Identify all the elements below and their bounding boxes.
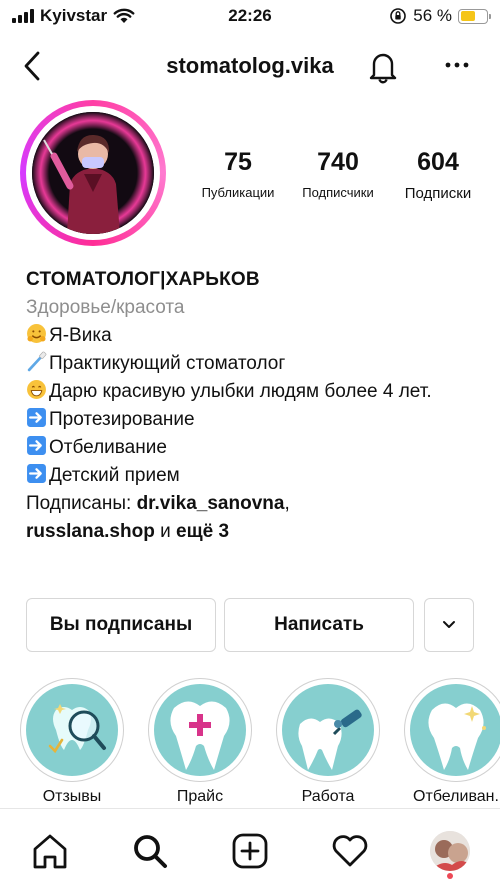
tooth-plus-icon [170,701,230,770]
profile-bio: СТОМАТОЛОГ|ХАРЬКОВ Здоровье/красота Я-Ви… [26,266,486,546]
highlight-item[interactable]: Работа [274,678,382,806]
bio-line: Практикующий стоматолог [26,350,486,378]
bio-text: Дарю красивую улыбки людям более 4 лет. [49,381,432,402]
status-bar: Kyivstar 22:26 56 % [0,0,500,34]
followed-by-user[interactable]: dr.vika_sanovna [137,493,285,514]
heart-icon[interactable] [330,831,370,871]
stat-value: 75 [224,148,252,176]
followed-by-user[interactable]: russlana.shop [26,521,155,542]
bio-text: Протезирование [49,409,195,430]
chevron-down-icon [443,621,455,628]
profile-actions: Вы подписаны Написать [26,598,474,652]
right-arrow-icon [27,464,46,483]
tooth-sparkle-icon [428,703,486,770]
toothbrush-icon [27,351,47,372]
right-arrow-icon [27,408,46,427]
hugging-face-icon [27,324,46,343]
profile-tab-avatar[interactable] [430,831,470,871]
battery-icon [458,8,491,24]
stat-value: 604 [417,148,459,176]
profile-avatar[interactable] [20,100,166,246]
orientation-lock-icon [390,8,407,24]
profile-display-name: СТОМАТОЛОГ|ХАРЬКОВ [26,269,260,290]
profile-header: stomatolog.vika [0,40,500,92]
tooth-drill-icon [298,709,362,770]
right-arrow-icon [27,436,46,455]
followed-by-separator: , [284,493,290,514]
bio-text: Я-Вика [49,325,112,346]
profile-stats: 75 Публикации 740 Подписчики 604 Подписк… [188,148,488,202]
stat-followers[interactable]: 740 Подписчики [288,148,388,202]
grinning-face-icon [27,380,46,399]
bell-icon[interactable] [366,48,400,84]
story-highlights: Отзывы Прайс Работа Отбеливан. [18,678,500,810]
battery-percent: 56 % [413,6,452,25]
bio-text: Практикующий стоматолог [49,353,286,374]
stat-posts[interactable]: 75 Публикации [188,148,288,202]
bio-line: Дарю красивую улыбки людям более 4 лет. [26,378,486,406]
stat-label: Публикации [201,185,275,200]
magnifier-tooth-icon [48,704,106,754]
highlight-label: Прайс [176,788,224,805]
bio-line: Детский прием [26,462,486,490]
followed-by-prefix: Подписаны: [26,493,137,514]
avatar [430,831,470,871]
bio-text: Детский прием [49,465,180,486]
message-button[interactable]: Написать [224,598,414,652]
highlight-item[interactable]: Отбеливан. [402,678,500,806]
stat-following[interactable]: 604 Подписки [388,148,488,202]
followed-by-more[interactable]: ещё 3 [176,521,229,542]
home-icon[interactable] [30,831,70,871]
status-right: 56 % [389,6,491,26]
profile-username: stomatolog.vika [166,53,334,78]
followed-by[interactable]: Подписаны: dr.vika_sanovna, russlana.sho… [26,490,486,546]
bottom-tab-bar [0,808,500,887]
highlight-label: Работа [301,788,355,805]
profile-category: Здоровье/красота [26,297,185,318]
highlight-item[interactable]: Отзывы [18,678,126,806]
highlight-item[interactable]: Прайс [146,678,254,806]
bio-line: Отбеливание [26,434,486,462]
stat-value: 740 [317,148,359,176]
add-post-icon[interactable] [230,831,270,871]
more-options-icon[interactable] [442,50,472,80]
following-button[interactable]: Вы подписаны [26,598,216,652]
suggested-dropdown-button[interactable] [424,598,474,652]
bio-line: Протезирование [26,406,486,434]
bio-text: Отбеливание [49,437,167,458]
highlight-label: Отбеливан. [413,788,499,805]
bio-line: Я-Вика [26,322,486,350]
stat-label: Подписки [404,185,472,202]
highlight-label: Отзывы [42,788,102,805]
followed-by-and: и [154,521,176,542]
notification-dot [447,873,453,879]
stat-label: Подписчики [302,185,374,200]
avatar-photo [32,112,154,234]
search-icon[interactable] [130,831,170,871]
